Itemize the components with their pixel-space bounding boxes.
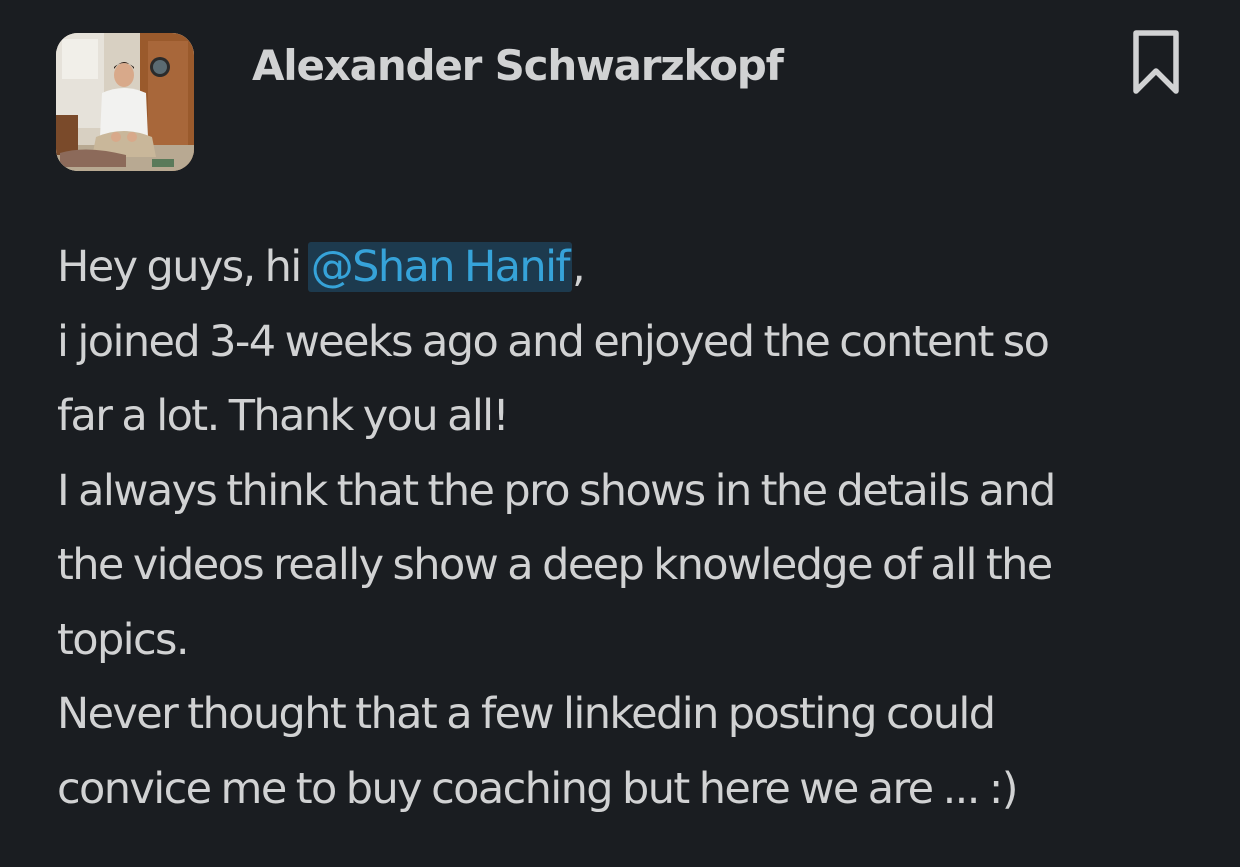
message-body: Hey guys, hi @Shan Hanif, i joined 3-4 w…: [57, 230, 1207, 826]
bookmark-icon[interactable]: [1130, 28, 1182, 98]
greeting-punctuation: ,: [571, 242, 586, 292]
greeting-text: Hey guys, hi: [57, 242, 311, 292]
message-line: Never thought that a few linkedin postin…: [57, 689, 996, 739]
message-line: Hey guys, hi @Shan Hanif,: [57, 230, 1207, 305]
message-line: convice me to buy coaching but here we a…: [57, 763, 1019, 814]
message-line: I always think that the pro shows in the…: [57, 465, 1056, 516]
user-mention[interactable]: @Shan Hanif: [307, 242, 572, 292]
message: Alexander Schwarzkopf Hey guys, hi @Shan…: [0, 0, 1240, 867]
avatar-photo: [56, 33, 194, 171]
author-name[interactable]: Alexander Schwarzkopf: [252, 38, 784, 94]
message-line: topics.: [57, 614, 190, 665]
avatar[interactable]: [56, 33, 194, 171]
message-line: the videos really show a deep knowledge …: [57, 540, 1053, 590]
message-line: i joined 3-4 weeks ago and enjoyed the c…: [57, 316, 1050, 367]
message-line: far a lot. Thank you all!: [57, 391, 510, 441]
